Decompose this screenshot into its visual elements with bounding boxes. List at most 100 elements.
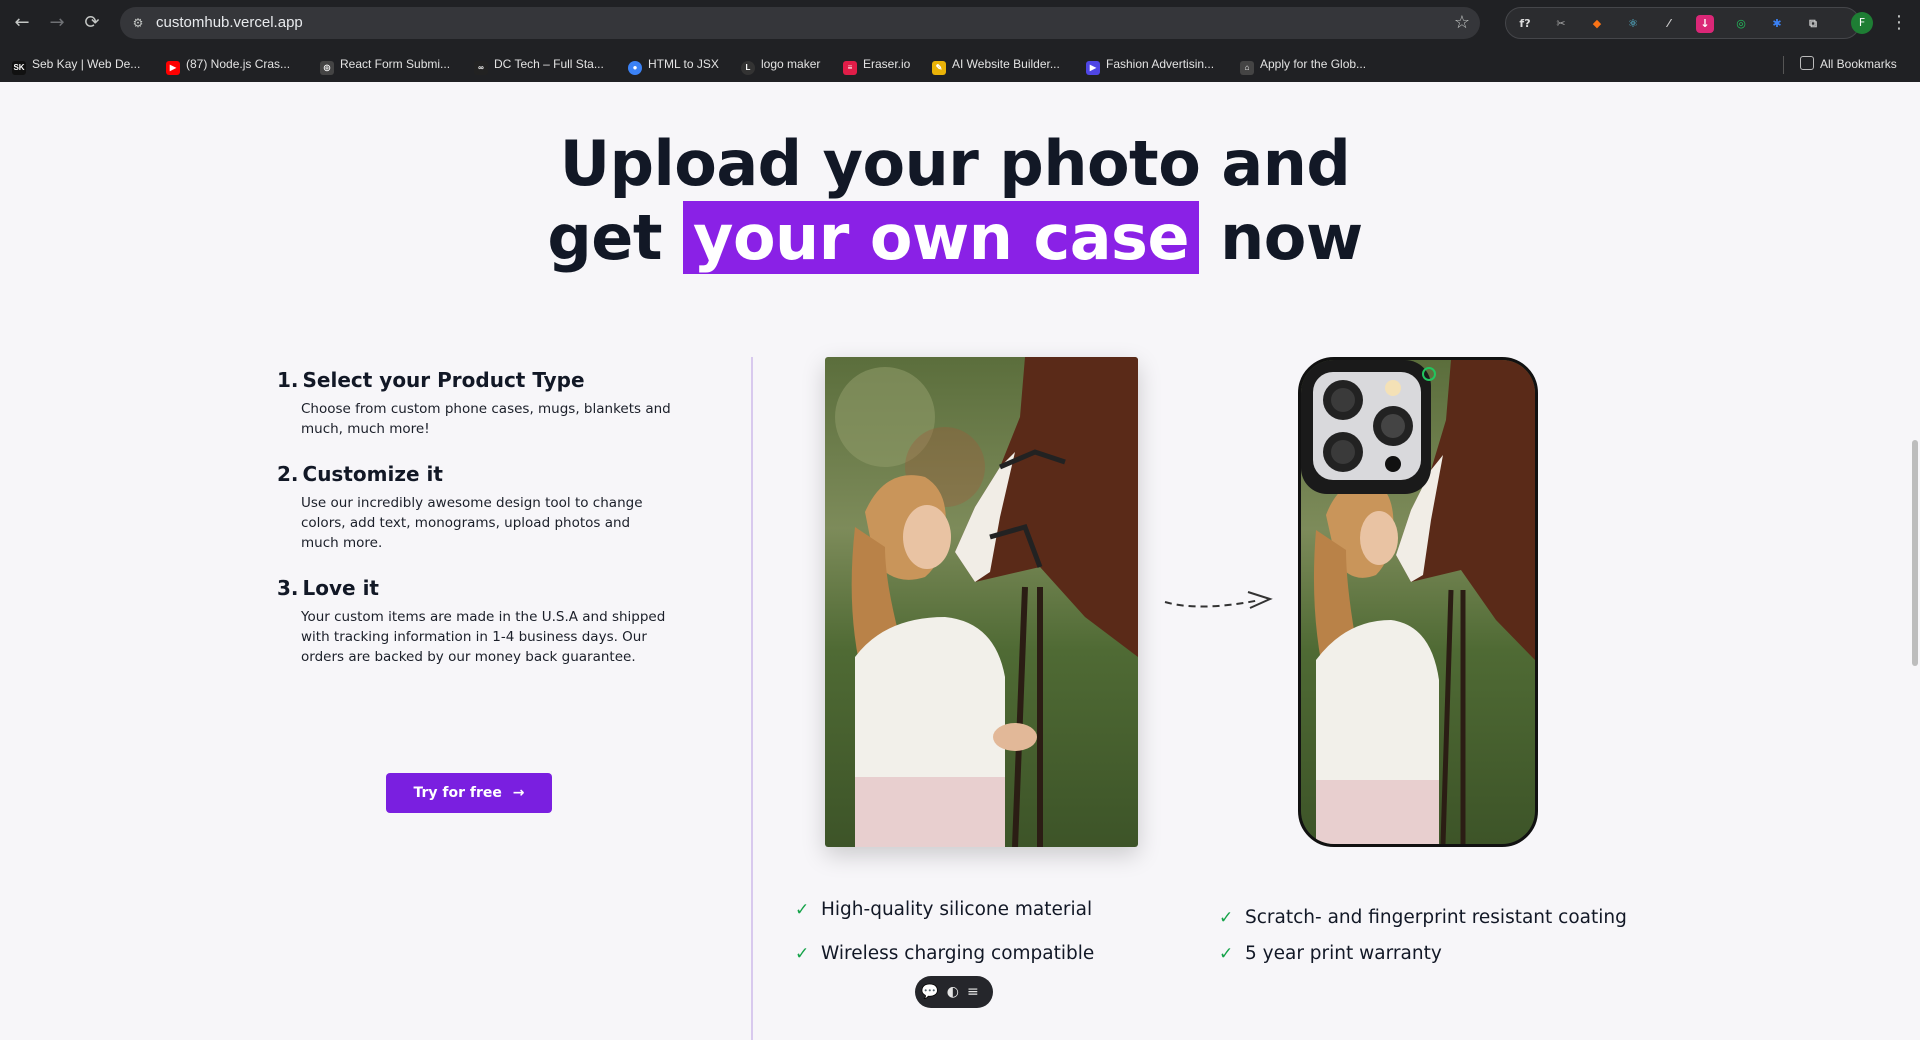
step-title-text: Customize it <box>302 462 443 486</box>
bookmark-label: Fashion Advertisin... <box>1106 57 1215 71</box>
extension-pen-icon[interactable]: ⁄ <box>1660 15 1678 33</box>
transform-arrow-icon <box>1164 591 1273 609</box>
headline-line-2-start: get <box>547 201 684 274</box>
extension-target-icon[interactable]: ◎ <box>1732 15 1750 33</box>
feature-text: High-quality silicone material <box>821 899 1093 920</box>
step-item: 1. Select your Product Type Choose from c… <box>277 367 697 439</box>
bookmarks-divider <box>1783 56 1784 74</box>
bookmark-label: (87) Node.js Cras... <box>186 57 291 71</box>
bookmark-label: AI Website Builder... <box>952 57 1060 71</box>
address-bar[interactable]: ⚙ customhub.vercel.app ☆ <box>120 7 1480 39</box>
bookmark-label: HTML to JSX <box>648 57 719 71</box>
bookmark-favicon-icon: ⌂ <box>1240 61 1254 75</box>
bookmark-favicon-icon: ▶ <box>1086 61 1100 75</box>
step-description: Your custom items are made in the U.S.A … <box>301 609 666 665</box>
step-number: 2. <box>277 462 299 486</box>
step-item: 2. Customize it Use our incredibly awesom… <box>277 461 697 553</box>
bookmark-item[interactable]: ▶ (87) Node.js Cras... <box>166 54 291 75</box>
extension-react-icon[interactable]: ⚛ <box>1624 15 1642 33</box>
step-title-text: Select your Product Type <box>302 368 585 392</box>
headline-line-2-end: now <box>1199 201 1363 274</box>
youtube-icon: ▶ <box>166 61 180 75</box>
all-bookmarks-button[interactable]: All Bookmarks <box>1800 54 1897 74</box>
step-description: Use our incredibly awesome design tool t… <box>301 495 643 551</box>
reload-icon[interactable]: ⟳ <box>80 11 104 35</box>
check-icon: ✓ <box>795 900 810 920</box>
bookmark-star-icon[interactable]: ☆ <box>1454 7 1470 39</box>
all-bookmarks-label: All Bookmarks <box>1820 57 1897 71</box>
phone-case-preview <box>1298 357 1538 847</box>
bookmark-label: Eraser.io <box>863 57 911 71</box>
bookmark-item[interactable]: Llogo maker <box>741 54 821 75</box>
extension-puzzle-blue-icon[interactable]: ✱ <box>1768 15 1786 33</box>
feature-item: ✓ High-quality silicone material <box>795 892 1094 928</box>
step-number: 3. <box>277 576 299 600</box>
feature-item: ✓ Scratch- and fingerprint resistant coat… <box>1219 900 1627 936</box>
step-title: 2. Customize it <box>277 461 697 487</box>
bookmark-label: DC Tech – Full Sta... <box>494 57 604 71</box>
extension-fx-icon[interactable]: f? <box>1516 15 1534 33</box>
step-description: Choose from custom phone cases, mugs, bl… <box>301 401 671 437</box>
feature-text: Wireless charging compatible <box>821 943 1095 964</box>
site-info-icon[interactable]: ⚙ <box>130 15 146 31</box>
try-for-free-button[interactable]: Try for free → <box>386 773 552 813</box>
step-title: 3. Love it <box>277 575 697 601</box>
bookmark-label: logo maker <box>761 57 821 71</box>
bookmark-favicon-icon: SK <box>12 61 26 75</box>
extension-download-icon[interactable]: ↓ <box>1696 15 1714 33</box>
bookmark-label: React Form Submi... <box>340 57 451 71</box>
steps-list: 1. Select your Product Type Choose from c… <box>277 367 697 689</box>
bookmark-favicon-icon: ✎ <box>932 61 946 75</box>
feature-text: Scratch- and fingerprint resistant coati… <box>1245 907 1627 928</box>
extension-colorpicker-icon[interactable]: ◆ <box>1588 15 1606 33</box>
url-text[interactable]: customhub.vercel.app <box>156 7 303 39</box>
cta-label: Try for free <box>413 785 502 801</box>
bookmark-item[interactable]: ◎ React Form Submi... <box>320 54 451 75</box>
headline-line-1: Upload your photo and <box>559 127 1351 200</box>
profile-avatar[interactable]: F <box>1851 12 1873 34</box>
page-content: Upload your photo and get your own case … <box>0 82 1920 1040</box>
features-left: ✓ High-quality silicone material ✓ Wireles… <box>795 892 1094 972</box>
arrow-right-icon: → <box>512 785 525 801</box>
hero-headline: Upload your photo and get your own case … <box>0 127 1910 275</box>
bookmark-favicon-icon: ∞ <box>474 61 488 75</box>
step-number: 1. <box>277 368 299 392</box>
feature-item: ✓ 5 year print warranty <box>1219 936 1627 972</box>
step-title: 1. Select your Product Type <box>277 367 697 393</box>
folder-icon <box>1800 56 1814 70</box>
bookmark-label: Seb Kay | Web De... <box>32 57 141 71</box>
bookmark-favicon-icon: ● <box>628 61 642 75</box>
bookmark-item[interactable]: ● HTML to JSX <box>628 54 719 75</box>
bookmark-favicon-icon: L <box>741 61 755 75</box>
bookmark-item[interactable]: ≡ Eraser.io <box>843 54 911 75</box>
bookmark-favicon-icon: ≡ <box>843 61 857 75</box>
browser-toolbar: ← → ⟳ ⚙ customhub.vercel.app ☆ f? ✂ ◆ ⚛ … <box>0 0 1920 46</box>
bookmark-item[interactable]: ∞ DC Tech – Full Sta... <box>474 54 604 75</box>
bookmark-item[interactable]: ⌂ Apply for the Glob... <box>1240 54 1367 75</box>
step-title-text: Love it <box>302 576 379 600</box>
extensions-menu-icon[interactable]: ⧉ <box>1804 15 1822 33</box>
features-right: ✓ Scratch- and fingerprint resistant coat… <box>1219 900 1627 972</box>
extensions-group: f? ✂ ◆ ⚛ ⁄ ↓ ◎ ✱ ⧉ <box>1505 7 1860 39</box>
bookmarks-bar: SK Seb Kay | Web De... ▶ (87) Node.js Cras… <box>0 50 1920 78</box>
bookmark-item[interactable]: ✎ AI Website Builder... <box>932 54 1060 75</box>
step-item: 3. Love it Your custom items are made in … <box>277 575 697 667</box>
forward-icon[interactable]: → <box>45 11 69 35</box>
feature-text: 5 year print warranty <box>1245 943 1442 964</box>
feature-item: ✓ Wireless charging compatible <box>795 936 1094 972</box>
vertical-divider <box>751 357 753 1040</box>
bookmark-label: Apply for the Glob... <box>1260 57 1367 71</box>
floating-toolbar[interactable]: 💬◐≡ <box>915 976 993 1008</box>
bookmark-favicon-icon: ◎ <box>320 61 334 75</box>
extension-scissors-icon[interactable]: ✂ <box>1552 15 1570 33</box>
check-icon: ✓ <box>1219 944 1234 964</box>
bookmark-item[interactable]: ▶ Fashion Advertisin... <box>1086 54 1215 75</box>
check-icon: ✓ <box>1219 908 1234 928</box>
back-icon[interactable]: ← <box>10 11 34 35</box>
check-icon: ✓ <box>795 944 810 964</box>
browser-menu-icon[interactable]: ⋮ <box>1890 11 1908 35</box>
page-scrollbar[interactable] <box>1912 440 1918 666</box>
headline-highlight: your own case <box>683 201 1199 274</box>
uploaded-photo <box>825 357 1138 847</box>
bookmark-item[interactable]: SK Seb Kay | Web De... <box>12 54 141 75</box>
